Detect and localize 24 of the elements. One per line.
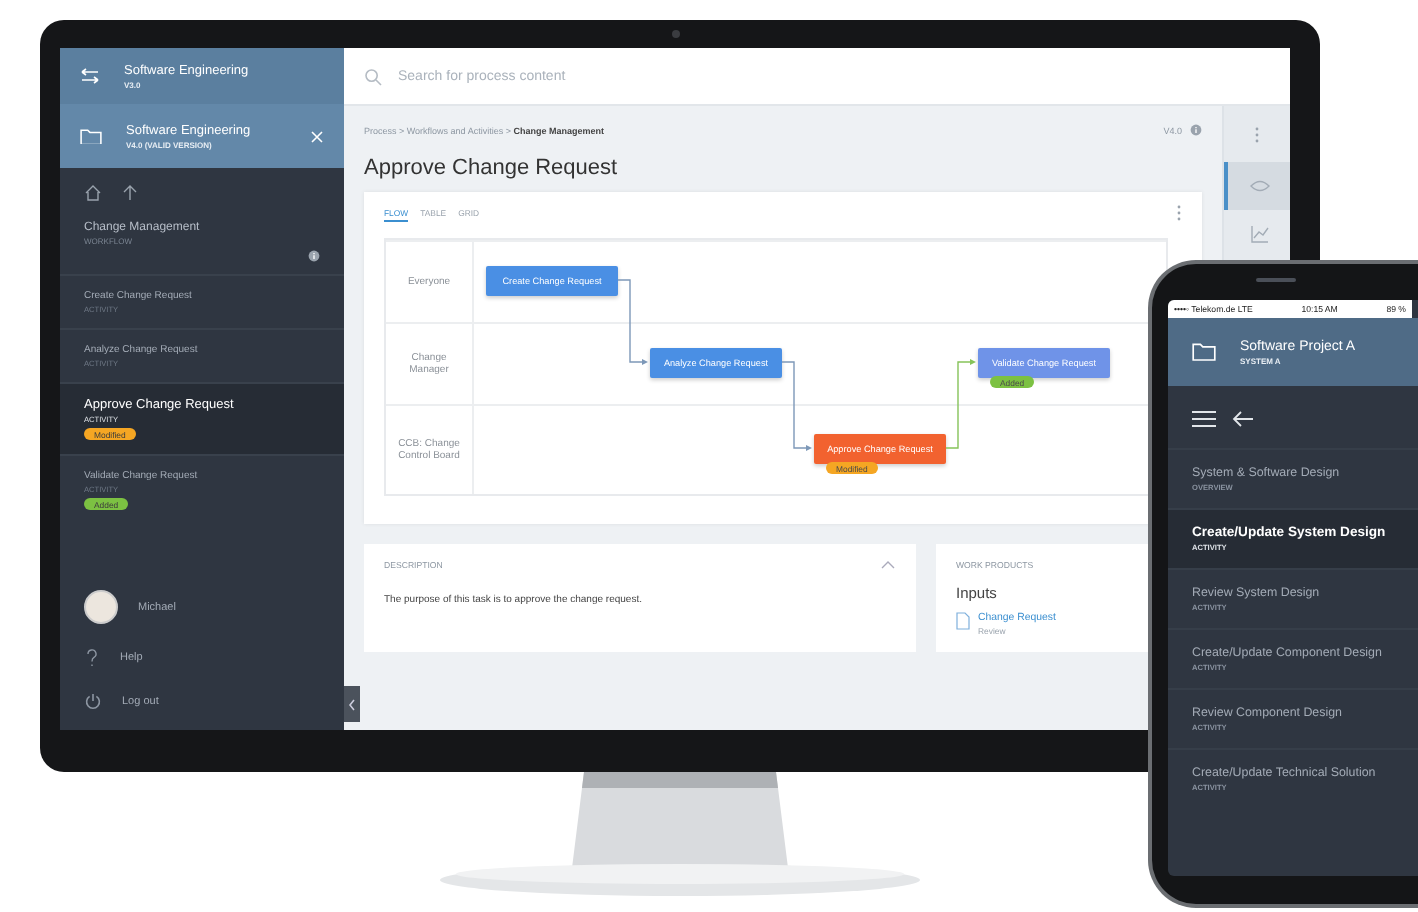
camera-dot — [672, 30, 680, 38]
back-arrow-icon[interactable] — [1232, 410, 1254, 428]
avatar[interactable] — [84, 590, 118, 624]
help-icon[interactable] — [84, 648, 100, 668]
collapse-button[interactable] — [344, 686, 360, 722]
menu-icon[interactable] — [1192, 410, 1216, 428]
folder-icon[interactable] — [1192, 342, 1216, 362]
close-icon[interactable] — [310, 129, 324, 143]
document-icon — [956, 612, 970, 630]
chevron-up-icon[interactable] — [880, 560, 896, 570]
home-icon[interactable] — [84, 184, 102, 202]
page-title: Approve Change Request — [364, 156, 620, 180]
connector-arrow — [617, 279, 648, 365]
folder-icon[interactable] — [80, 127, 102, 145]
connector-arrow — [781, 361, 812, 451]
power-icon[interactable] — [84, 692, 102, 710]
rail-tab[interactable] — [1224, 162, 1290, 210]
more-icon[interactable] — [1176, 204, 1182, 222]
connector-arrow — [945, 359, 976, 449]
up-arrow-icon[interactable] — [122, 184, 138, 202]
info-icon[interactable] — [308, 250, 320, 262]
chevron-left-icon — [348, 697, 356, 711]
search-icon — [364, 67, 382, 85]
swap-arrows-icon[interactable] — [80, 68, 100, 84]
